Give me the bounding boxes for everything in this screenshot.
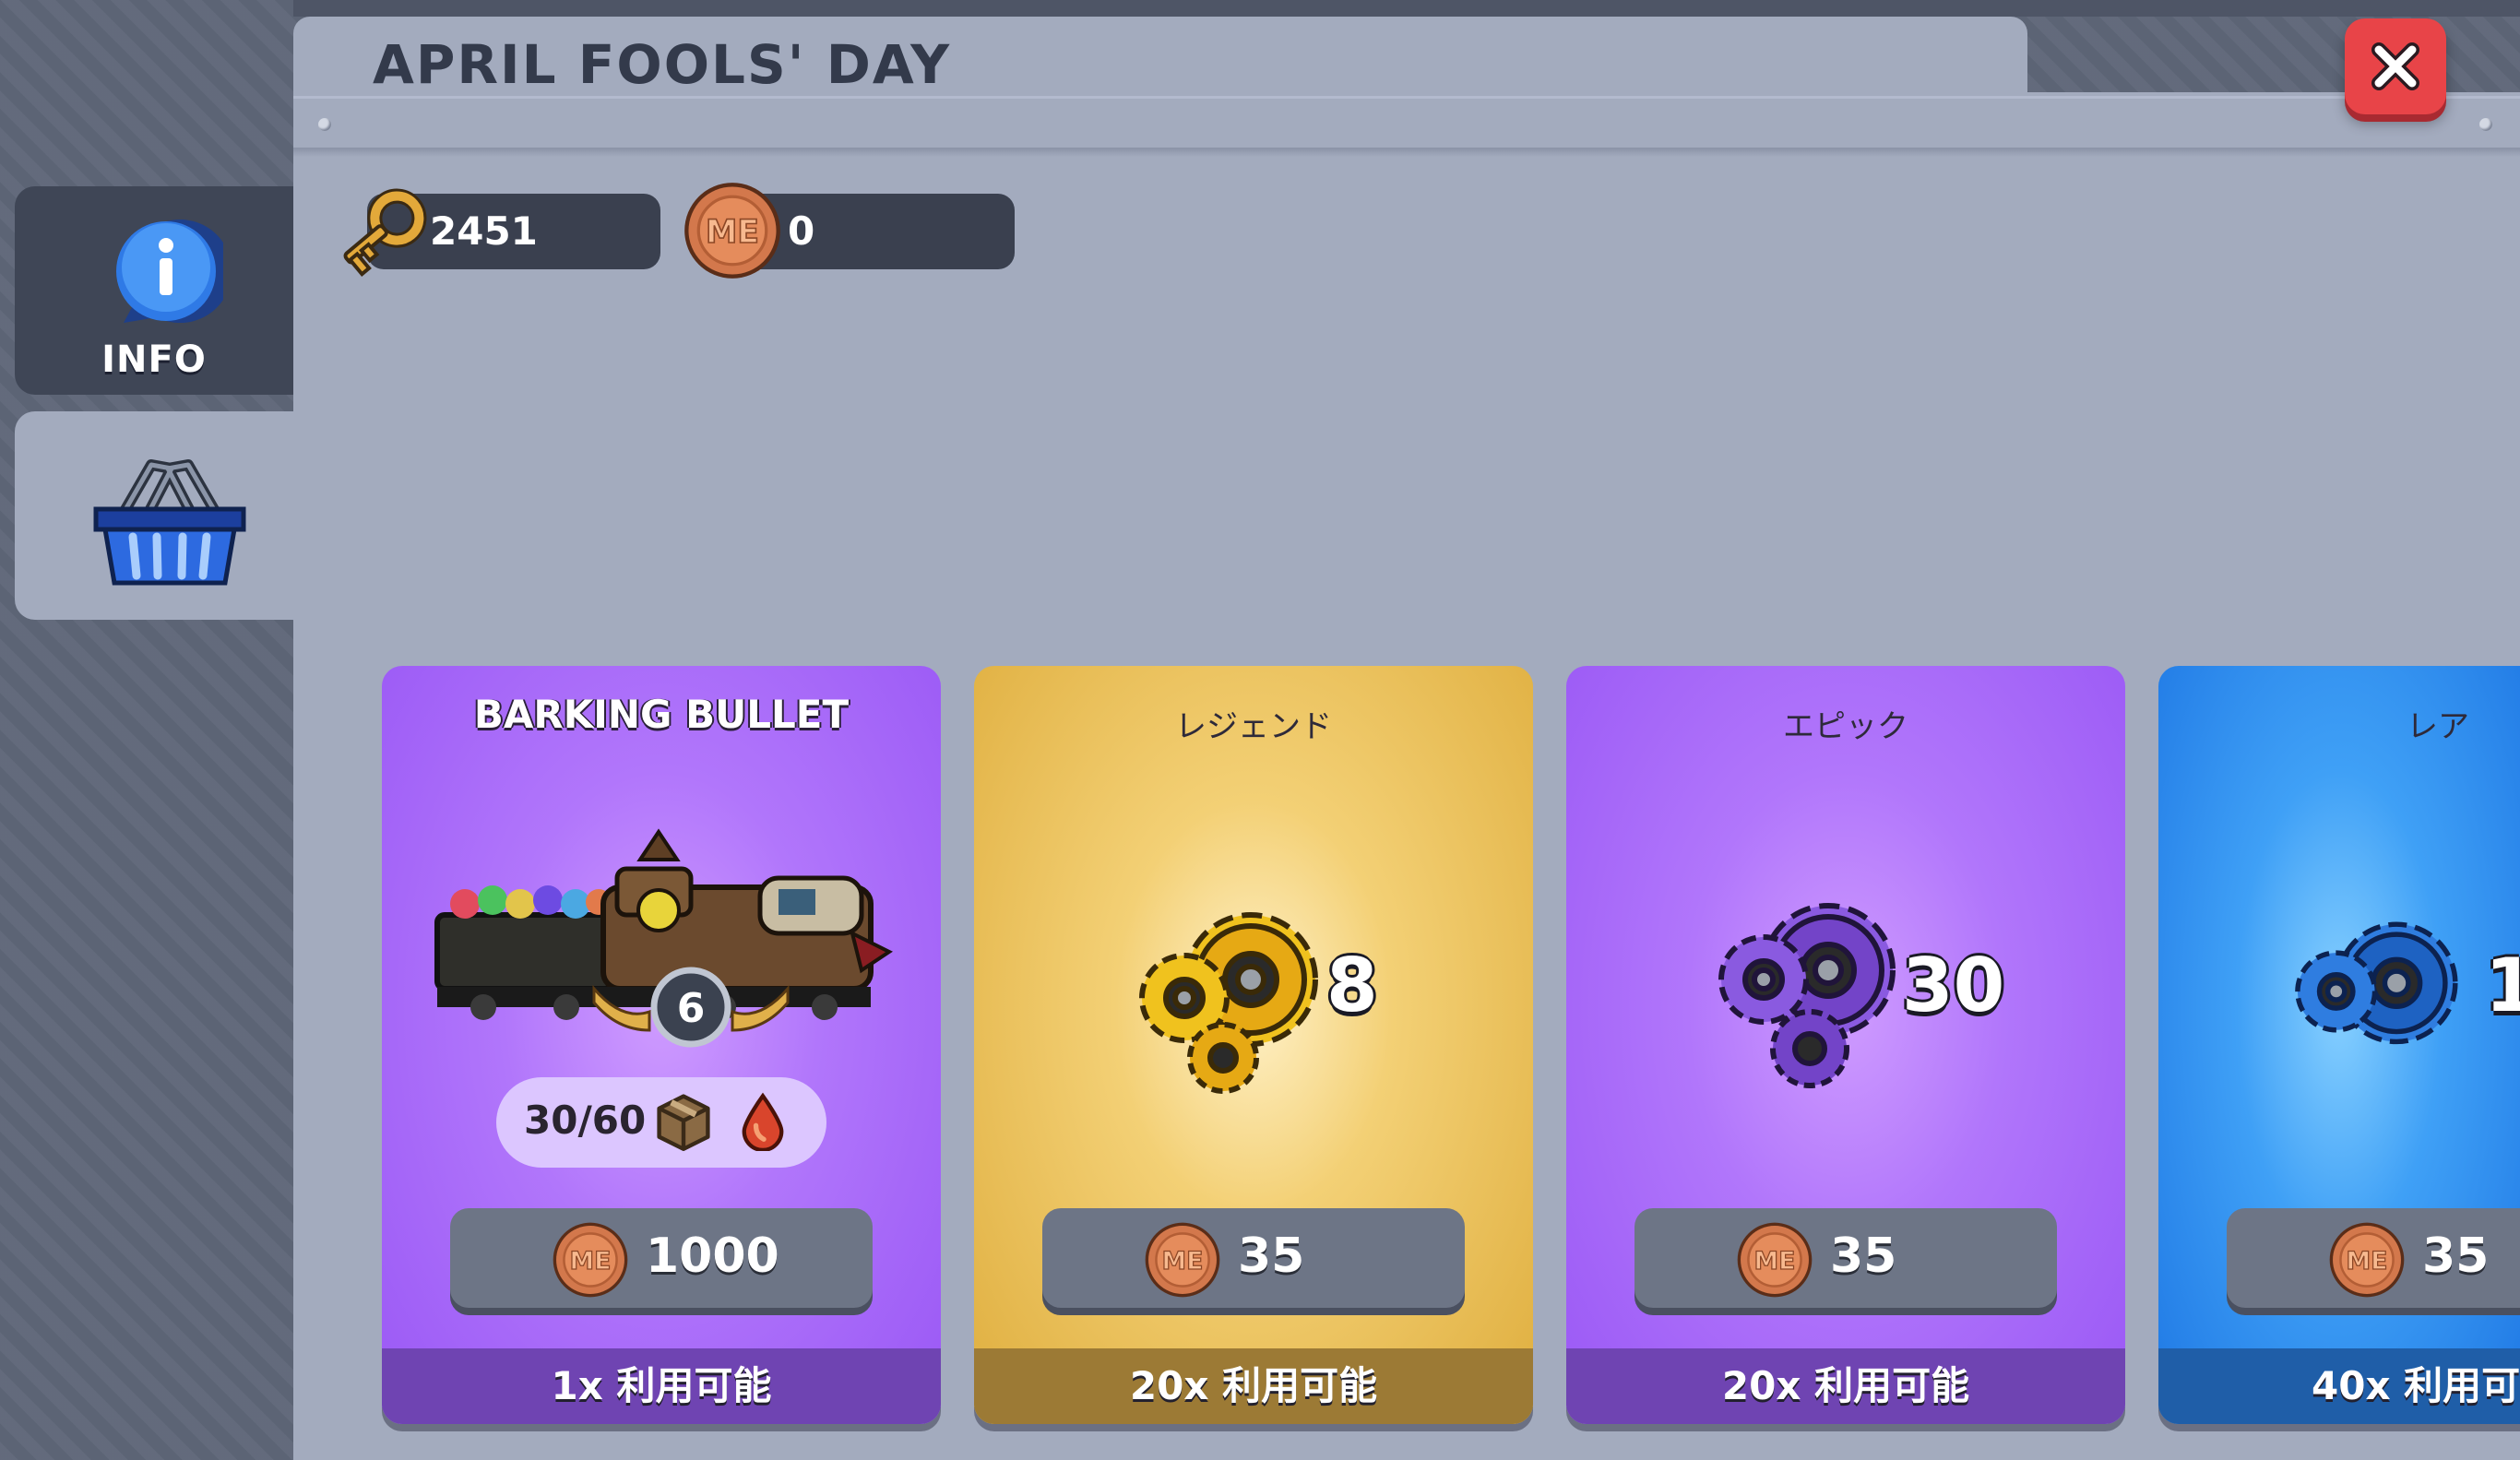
keys-amount: 2451 xyxy=(430,208,538,254)
shop-card-rare-gears: レア 1 ME 35 40x 利用可 xyxy=(2158,666,2520,1424)
me-coin-icon: ME xyxy=(684,183,780,279)
svg-text:ME: ME xyxy=(706,214,759,251)
sidebar-tab-shop[interactable] xyxy=(15,411,293,620)
price: 35 xyxy=(1238,1229,1305,1284)
me-coin-icon: ME xyxy=(2329,1222,2405,1298)
close-button[interactable] xyxy=(2345,18,2446,114)
me-coin-icon: ME xyxy=(1737,1222,1813,1298)
price: 35 xyxy=(1830,1229,1897,1284)
header-divider xyxy=(293,148,2520,157)
stock-count: 30/60 xyxy=(524,1098,647,1143)
shop-card-epic-gears: エピック 30 ME 35 20x 利用可能 xyxy=(1566,666,2125,1424)
key-icon xyxy=(343,188,427,277)
svg-text:ME: ME xyxy=(569,1247,611,1276)
rarity-label: レア xyxy=(2407,708,2469,745)
box-icon xyxy=(657,1094,710,1151)
coins-amount: 0 xyxy=(788,208,815,254)
availability-label: 40x 利用可 xyxy=(2158,1348,2520,1424)
shop-card-barking-bullet: BARKING BULLET 6 30/60 ME 1000 1x 利用可能 xyxy=(382,666,941,1424)
availability-label: 1x 利用可能 xyxy=(382,1348,941,1424)
availability-label: 20x 利用可能 xyxy=(1566,1348,2125,1424)
rivet xyxy=(2479,118,2492,131)
availability-label: 20x 利用可能 xyxy=(974,1348,1533,1424)
page-title: APRIL FOOLS' DAY xyxy=(373,33,952,96)
top-strip xyxy=(293,0,2520,17)
svg-text:ME: ME xyxy=(2346,1247,2387,1276)
basket-icon xyxy=(93,459,246,586)
svg-text:6: 6 xyxy=(677,985,706,1032)
buy-button[interactable]: ME 35 xyxy=(2227,1208,2520,1308)
gear-icon xyxy=(1718,903,1896,1088)
price: 1000 xyxy=(646,1229,779,1284)
me-coin-icon: ME xyxy=(553,1222,628,1298)
card-title: BARKING BULLET xyxy=(473,692,850,737)
shop-card-legend-gears: レジェンド 8 ME 35 20x 利用可能 xyxy=(974,666,1533,1424)
gear-count: 30 xyxy=(1902,943,2005,1028)
svg-text:ME: ME xyxy=(1161,1247,1203,1276)
buy-button[interactable]: ME 1000 xyxy=(450,1208,873,1308)
svg-text:ME: ME xyxy=(1753,1247,1795,1276)
price: 35 xyxy=(2422,1229,2490,1284)
close-icon xyxy=(2371,42,2419,90)
info-icon xyxy=(116,220,223,324)
rarity-label: レジェンド xyxy=(1175,708,1332,745)
fuel-drop-icon xyxy=(742,1092,784,1151)
rivet xyxy=(318,118,331,131)
stock-badge: 30/60 xyxy=(496,1077,826,1168)
train-image: 6 xyxy=(434,828,893,1048)
sidebar-tab-info[interactable]: INFO xyxy=(15,186,293,395)
gear-icon xyxy=(1139,912,1318,1094)
gear-icon xyxy=(2295,921,2458,1045)
me-coin-icon: ME xyxy=(1145,1222,1220,1298)
buy-button[interactable]: ME 35 xyxy=(1042,1208,1465,1308)
rarity-label: エピック xyxy=(1783,708,1908,745)
info-label: INFO xyxy=(101,338,207,381)
gear-count: 8 xyxy=(1326,943,1378,1028)
gear-count: 1 xyxy=(2485,943,2520,1028)
buy-button[interactable]: ME 35 xyxy=(1634,1208,2057,1308)
